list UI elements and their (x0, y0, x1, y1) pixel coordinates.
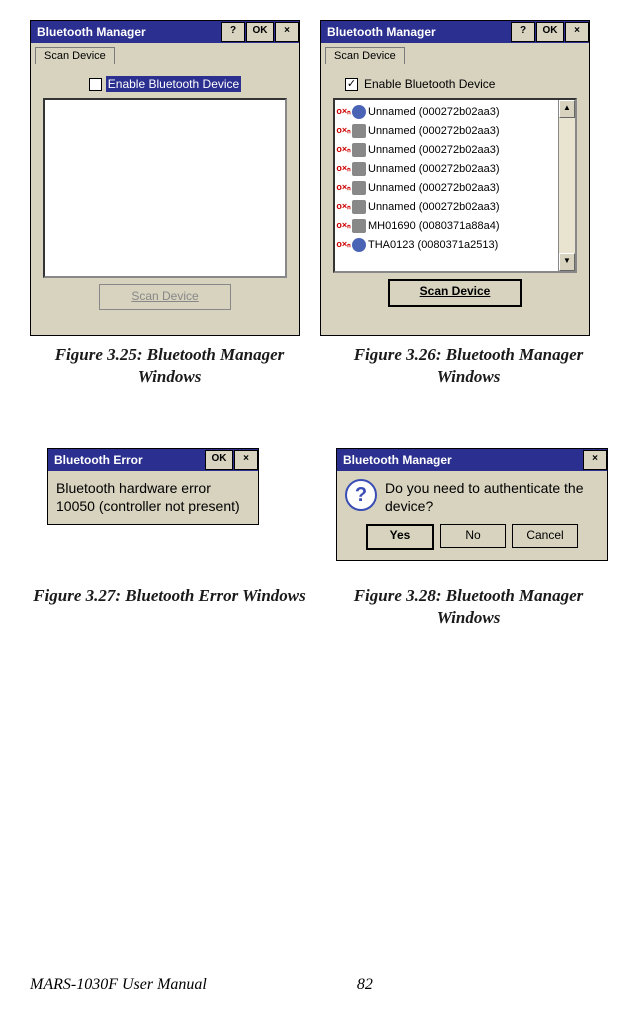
device-list-item[interactable]: o×ₙ MH01690 (0080371a88a4) (335, 216, 558, 235)
enable-bluetooth-checkbox[interactable] (89, 78, 102, 91)
close-button[interactable]: × (275, 22, 299, 42)
device-list-item[interactable]: o×ₙ Unnamed (000272b02aa3) (335, 197, 558, 216)
signal-icon: o×ₙ (337, 238, 350, 251)
signal-icon: o×ₙ (337, 162, 350, 175)
figure-caption-3-25: Figure 3.25: Bluetooth Manager Windows (30, 344, 309, 388)
figure-caption-3-26: Figure 3.26: Bluetooth Manager Windows (329, 344, 608, 388)
enable-bluetooth-label: Enable Bluetooth Device (106, 76, 241, 92)
device-type-icon (352, 143, 366, 157)
ok-button[interactable]: OK (536, 22, 564, 42)
signal-icon: o×ₙ (337, 200, 350, 213)
device-list-item[interactable]: o×ₙ THA0123 (0080371a2513) (335, 235, 558, 254)
enable-bluetooth-label: Enable Bluetooth Device (362, 76, 497, 92)
window-title: Bluetooth Manager (327, 25, 436, 39)
device-type-icon (352, 105, 366, 119)
device-name: MH01690 (0080371a88a4) (368, 220, 500, 232)
device-list-item[interactable]: o×ₙ Unnamed (000272b02aa3) (335, 159, 558, 178)
help-button[interactable]: ? (511, 22, 535, 42)
fig-3-27-dialog: Bluetooth Error OK × Bluetooth hardware … (47, 448, 259, 524)
device-type-icon (352, 200, 366, 214)
figure-caption-3-28: Figure 3.28: Bluetooth Manager Windows (329, 585, 608, 629)
device-name: Unnamed (000272b02aa3) (368, 106, 500, 118)
scrollbar[interactable]: ▲ ▼ (558, 100, 575, 271)
close-button[interactable]: × (234, 450, 258, 470)
yes-button[interactable]: Yes (366, 524, 434, 550)
dialog-message: Do you need to authenticate the device? (385, 479, 599, 515)
device-name: Unnamed (000272b02aa3) (368, 144, 500, 156)
signal-icon: o×ₙ (337, 105, 350, 118)
signal-icon: o×ₙ (337, 219, 350, 232)
device-type-icon (352, 219, 366, 233)
device-name: Unnamed (000272b02aa3) (368, 201, 500, 213)
device-type-icon (352, 181, 366, 195)
help-button[interactable]: ? (221, 22, 245, 42)
device-list[interactable]: o×ₙ Unnamed (000272b02aa3) o×ₙ Unnamed (000… (333, 98, 577, 273)
signal-icon: o×ₙ (337, 124, 350, 137)
dialog-title: Bluetooth Error (54, 453, 143, 467)
manual-title: MARS-1030F User Manual (30, 976, 207, 994)
device-list-item[interactable]: o×ₙ Unnamed (000272b02aa3) (335, 140, 558, 159)
error-message: Bluetooth hardware error 10050 (controll… (56, 479, 250, 515)
page-footer: MARS-1030F User Manual 82 (30, 976, 608, 994)
fig-3-26-window: Bluetooth Manager ? OK × Scan Device ✓ E… (320, 20, 590, 336)
device-type-icon (352, 124, 366, 138)
ok-button[interactable]: OK (205, 450, 233, 470)
device-type-icon (352, 162, 366, 176)
device-name: Unnamed (000272b02aa3) (368, 125, 500, 137)
fig-3-28-dialog: Bluetooth Manager × ? Do you need to aut… (336, 448, 608, 560)
scroll-up-icon[interactable]: ▲ (559, 100, 575, 118)
signal-icon: o×ₙ (337, 181, 350, 194)
titlebar: Bluetooth Manager ? OK × (31, 21, 299, 43)
titlebar: Bluetooth Manager ? OK × (321, 21, 589, 43)
question-icon: ? (345, 479, 377, 511)
fig-3-25-window: Bluetooth Manager ? OK × Scan Device Ena… (30, 20, 300, 336)
window-title: Bluetooth Manager (37, 25, 146, 39)
close-button[interactable]: × (565, 22, 589, 42)
scroll-down-icon[interactable]: ▼ (559, 253, 575, 271)
tab-scan-device[interactable]: Scan Device (35, 47, 115, 64)
scroll-track[interactable] (559, 118, 575, 253)
enable-bluetooth-checkbox[interactable]: ✓ (345, 78, 358, 91)
titlebar: Bluetooth Manager × (337, 449, 607, 471)
scan-device-button[interactable]: Scan Device (99, 284, 231, 310)
page-number: 82 (357, 976, 373, 994)
device-name: Unnamed (000272b02aa3) (368, 163, 500, 175)
scan-device-button[interactable]: Scan Device (388, 279, 522, 307)
titlebar: Bluetooth Error OK × (48, 449, 258, 471)
ok-button[interactable]: OK (246, 22, 274, 42)
signal-icon: o×ₙ (337, 143, 350, 156)
device-list-item[interactable]: o×ₙ Unnamed (000272b02aa3) (335, 121, 558, 140)
device-list-item[interactable]: o×ₙ Unnamed (000272b02aa3) (335, 102, 558, 121)
device-name: Unnamed (000272b02aa3) (368, 182, 500, 194)
device-type-icon (352, 238, 366, 252)
dialog-title: Bluetooth Manager (343, 453, 452, 467)
device-list (43, 98, 287, 278)
cancel-button[interactable]: Cancel (512, 524, 578, 548)
figure-caption-3-27: Figure 3.27: Bluetooth Error Windows (30, 585, 309, 629)
tab-scan-device[interactable]: Scan Device (325, 47, 405, 64)
device-list-item[interactable]: o×ₙ Unnamed (000272b02aa3) (335, 178, 558, 197)
close-button[interactable]: × (583, 450, 607, 470)
device-name: THA0123 (0080371a2513) (368, 239, 498, 251)
no-button[interactable]: No (440, 524, 506, 548)
